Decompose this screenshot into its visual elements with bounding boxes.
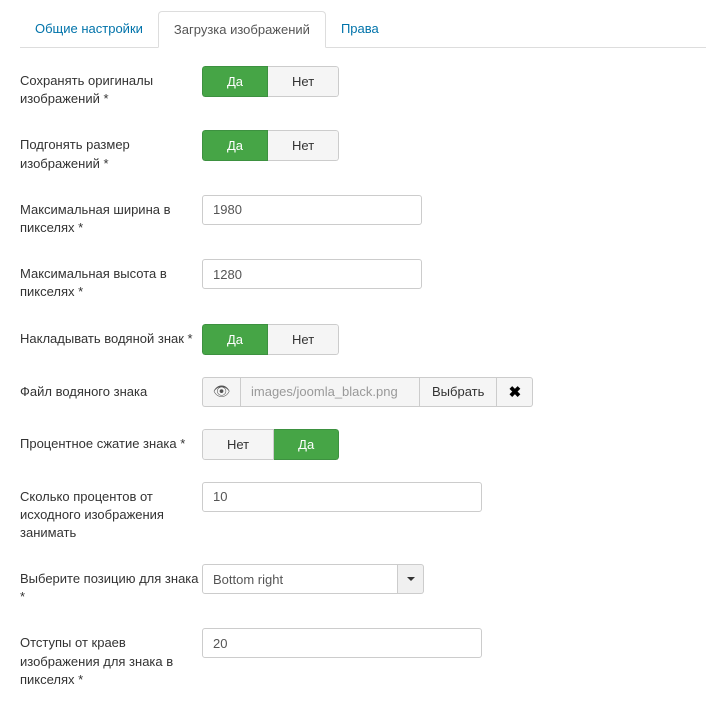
tabs-nav: Общие настройки Загрузка изображений Пра… [20,10,706,48]
label-percent-of-source: Сколько процентов от исходного изображен… [20,482,202,543]
chevron-down-icon [407,577,415,581]
label-percent-compress: Процентное сжатие знака * [20,429,202,453]
tab-upload[interactable]: Загрузка изображений [158,11,326,48]
label-save-originals: Сохранять оригиналы изображений * [20,66,202,108]
toggle-fit-size-no[interactable]: Нет [268,130,339,161]
toggle-watermark-yes[interactable]: Да [202,324,268,355]
label-max-height: Максимальная высота в пикселях * [20,259,202,301]
select-position-value: Bottom right [202,564,398,594]
preview-button[interactable]: 👁 [202,377,240,407]
label-position: Выберите позицию для знака * [20,564,202,606]
select-position[interactable]: Bottom right [202,564,424,594]
eye-icon: 👁 [213,383,231,400]
toggle-save-originals-yes[interactable]: Да [202,66,268,97]
close-icon: ✖ [509,383,522,401]
toggle-watermark-no[interactable]: Нет [268,324,339,355]
input-max-height[interactable] [202,259,422,289]
toggle-save-originals: Да Нет [202,66,339,97]
label-fit-size: Подгонять размер изображений * [20,130,202,172]
toggle-watermark: Да Нет [202,324,339,355]
label-watermark-file: Файл водяного знака [20,377,202,401]
clear-file-button[interactable]: ✖ [497,377,533,407]
input-percent[interactable] [202,482,482,512]
tab-general[interactable]: Общие настройки [20,11,158,48]
toggle-percent-compress-yes[interactable]: Да [274,429,339,460]
toggle-fit-size: Да Нет [202,130,339,161]
input-padding[interactable] [202,628,482,658]
toggle-percent-compress-no[interactable]: Нет [202,429,274,460]
input-max-width[interactable] [202,195,422,225]
tab-rights[interactable]: Права [326,11,394,48]
toggle-save-originals-no[interactable]: Нет [268,66,339,97]
select-position-caret[interactable] [398,564,424,594]
input-watermark-file[interactable] [240,377,420,407]
label-padding: Отступы от краев изображения для знака в… [20,628,202,689]
toggle-percent-compress: Нет Да [202,429,339,460]
media-picker: 👁 Выбрать ✖ [202,377,533,407]
label-watermark: Накладывать водяной знак * [20,324,202,348]
label-max-width: Максимальная ширина в пикселях * [20,195,202,237]
select-file-button[interactable]: Выбрать [420,377,497,407]
toggle-fit-size-yes[interactable]: Да [202,130,268,161]
